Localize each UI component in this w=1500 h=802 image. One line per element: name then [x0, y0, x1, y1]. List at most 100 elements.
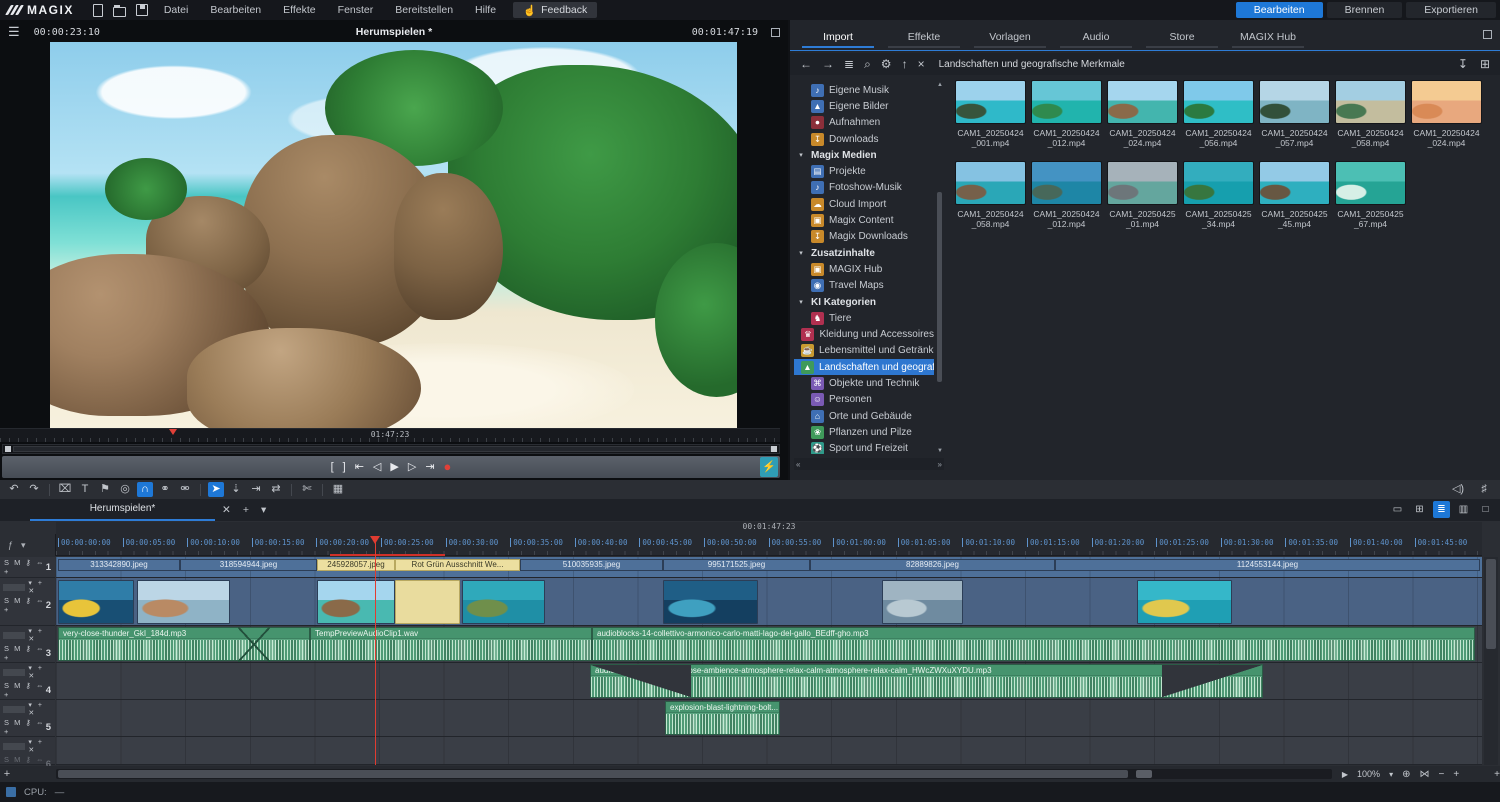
- track-header[interactable]: ▾ + ✕S M ⚷ ⇔ +4: [0, 663, 55, 700]
- insert-mode-button[interactable]: ⇥: [248, 482, 264, 497]
- menu-item[interactable]: Effekte: [272, 0, 327, 20]
- media-tree-item[interactable]: ▾ Magix Medien: [794, 147, 934, 163]
- image-clip[interactable]: 995171525.jpeg: [663, 559, 810, 571]
- undo-button[interactable]: ↶: [6, 482, 22, 497]
- media-pool-tab[interactable]: Effekte: [888, 28, 960, 48]
- tree-scrollbar[interactable]: ▲ ▼: [936, 82, 944, 454]
- track-header-buttons[interactable]: ▾ + ✕: [28, 701, 52, 717]
- delete-button[interactable]: ⌧: [57, 482, 73, 497]
- audio-clip[interactable]: audioblocks-forest-birds-close-ambience-…: [590, 664, 1263, 698]
- media-thumbnail[interactable]: [1107, 161, 1178, 205]
- preview-scrollbar-thumb[interactable]: [13, 446, 771, 452]
- CAM1_20250425_01.mp4[interactable]: CAM1_20250425_01.mp4: [1106, 161, 1179, 239]
- project-list-button[interactable]: ▾: [261, 504, 266, 516]
- CAM1_20250424_001.mp4[interactable]: CAM1_20250424_001.mp4: [954, 80, 1027, 158]
- fade-in-handle[interactable]: [591, 665, 691, 697]
- grid-view-icon[interactable]: ⊞: [1480, 57, 1490, 71]
- zoom-dropdown-icon[interactable]: ▾: [1389, 770, 1393, 779]
- preview-scrollbar[interactable]: [2, 444, 780, 454]
- audio-monitor-button[interactable]: ◁): [1450, 482, 1466, 497]
- preview-scroll-handle-right[interactable]: [771, 446, 777, 452]
- mode-button[interactable]: Exportieren: [1406, 2, 1496, 18]
- marker-button[interactable]: ⚑: [97, 482, 113, 497]
- media-pool-tab[interactable]: Audio: [1060, 28, 1132, 48]
- next-frame-button[interactable]: ▷: [408, 456, 416, 478]
- range-in-button[interactable]: [: [331, 456, 334, 478]
- timeline-mode-button[interactable]: ≣: [1433, 501, 1450, 518]
- media-tree-item[interactable]: ☺ Personen: [794, 392, 934, 408]
- video-thumb-clip[interactable]: [137, 580, 230, 624]
- media-tree-item[interactable]: ◉ Travel Maps: [794, 278, 934, 294]
- audio-clip[interactable]: TempPreviewAudioClip1.wav: [310, 627, 592, 661]
- toolbar-icon[interactable]: [291, 484, 292, 496]
- scroll-right-icon[interactable]: »: [938, 460, 942, 469]
- import-icon[interactable]: ↧: [1458, 57, 1468, 71]
- media-thumbnail[interactable]: [1259, 161, 1330, 205]
- tracks-vertical-scrollbar[interactable]: [1484, 557, 1498, 765]
- mouse-mode-single-button[interactable]: ⇣: [228, 482, 244, 497]
- track-5-lane[interactable]: explosion-blast-lightning-bolt...: [56, 700, 1482, 737]
- media-tree-item[interactable]: ▲ Eigene Bilder: [794, 98, 934, 114]
- zoom-level[interactable]: 100%: [1357, 769, 1380, 779]
- media-pool-tab[interactable]: MAGIX Hub: [1232, 28, 1304, 48]
- track-header-buttons[interactable]: ▾ + ✕: [28, 579, 52, 595]
- track-header-buttons[interactable]: ▾ + ✕: [28, 627, 52, 643]
- fit-objects-icon[interactable]: ⋈: [1419, 769, 1429, 780]
- CAM1_20250424_056.mp4[interactable]: CAM1_20250424_056.mp4: [1182, 80, 1255, 158]
- zoom-out-button[interactable]: −: [1438, 769, 1444, 780]
- CAM1_20250424_012.mp4[interactable]: CAM1_20250424_012.mp4: [1030, 80, 1103, 158]
- media-tree-item[interactable]: ❀ Pflanzen und Pilze: [794, 424, 934, 440]
- tree-view-icon[interactable]: ≣: [844, 57, 854, 71]
- playhead-marker[interactable]: [370, 536, 380, 544]
- save-project-icon[interactable]: [136, 4, 148, 16]
- media-tree-item[interactable]: ☕ Lebensmittel und Getränke: [794, 343, 934, 359]
- corner-caret-icon[interactable]: ▾: [21, 540, 26, 551]
- project-tab[interactable]: Herumspielen*: [30, 499, 215, 521]
- ripple-button[interactable]: ⇄: [268, 482, 284, 497]
- folder-up-icon[interactable]: ↑: [902, 57, 908, 71]
- image-clip[interactable]: 82889826.jpeg: [810, 559, 1055, 571]
- add-button[interactable]: +: [1494, 769, 1500, 780]
- options-gear-icon[interactable]: ⚙: [881, 57, 892, 71]
- menu-item[interactable]: Datei: [153, 0, 200, 20]
- media-thumbnail[interactable]: [955, 161, 1026, 205]
- track-controls[interactable]: S M ⚷ ⇔ +: [4, 596, 46, 614]
- razor-button[interactable]: ✄: [299, 482, 315, 497]
- track-6-lane[interactable]: [56, 737, 1482, 765]
- track-name-field[interactable]: [3, 743, 25, 750]
- CAM1_20250424_024.mp4[interactable]: CAM1_20250424_024.mp4: [1410, 80, 1483, 158]
- track-controls[interactable]: S M ⚷ ⇔ +: [4, 718, 46, 736]
- ungroup-button[interactable]: ⚮: [177, 482, 193, 497]
- group-button[interactable]: ⚭: [157, 482, 173, 497]
- media-thumbnail[interactable]: [1107, 80, 1178, 124]
- media-tree-item[interactable]: ☁ Cloud Import: [794, 196, 934, 212]
- video-preview[interactable]: [50, 42, 737, 428]
- mixer-button[interactable]: ♯: [1476, 482, 1492, 497]
- image-clip[interactable]: 313342890.jpeg: [58, 559, 180, 571]
- media-tree-item[interactable]: ▣ Magix Content: [794, 212, 934, 228]
- track-controls[interactable]: S M ⚷ ⇔ +: [4, 644, 46, 662]
- ruler-range-marker[interactable]: [330, 554, 445, 556]
- toolbar-icon[interactable]: [322, 484, 323, 496]
- video-thumb-clip[interactable]: [1137, 580, 1232, 624]
- tree-scrollbar-thumb[interactable]: [937, 192, 942, 382]
- media-tree-item[interactable]: ⌘ Objekte und Technik: [794, 375, 934, 391]
- toolbar-icon[interactable]: [200, 484, 201, 496]
- track-controls[interactable]: S M ⚷ ⇔ +: [4, 681, 46, 699]
- track-controls[interactable]: S M ⚷ ⇔ +: [4, 558, 46, 576]
- media-tree-item[interactable]: ▤ Projekte: [794, 163, 934, 179]
- track-header-buttons[interactable]: ▾ + ✕: [28, 664, 52, 680]
- multicam-mode-button[interactable]: ▥: [1455, 501, 1472, 518]
- timeline-scrollbar-thumb[interactable]: [58, 770, 1128, 778]
- CAM1_20250424_024.mp4[interactable]: CAM1_20250424_024.mp4: [1106, 80, 1179, 158]
- video-thumb-clip[interactable]: [317, 580, 395, 624]
- snap-button[interactable]: ∩: [137, 482, 153, 497]
- media-pool-tab[interactable]: Import: [802, 28, 874, 48]
- media-thumbnail[interactable]: [1335, 161, 1406, 205]
- tree-horizontal-scrollbar[interactable]: « »: [794, 458, 944, 470]
- mode-button[interactable]: Brennen: [1327, 2, 1403, 18]
- compact-mode-button[interactable]: □: [1477, 501, 1494, 518]
- track-header[interactable]: ▾ + ✕S M ⚷ ⇔ +2: [0, 578, 55, 626]
- timeline-horizontal-scrollbar[interactable]: [56, 769, 1332, 779]
- redo-button[interactable]: ↷: [26, 482, 42, 497]
